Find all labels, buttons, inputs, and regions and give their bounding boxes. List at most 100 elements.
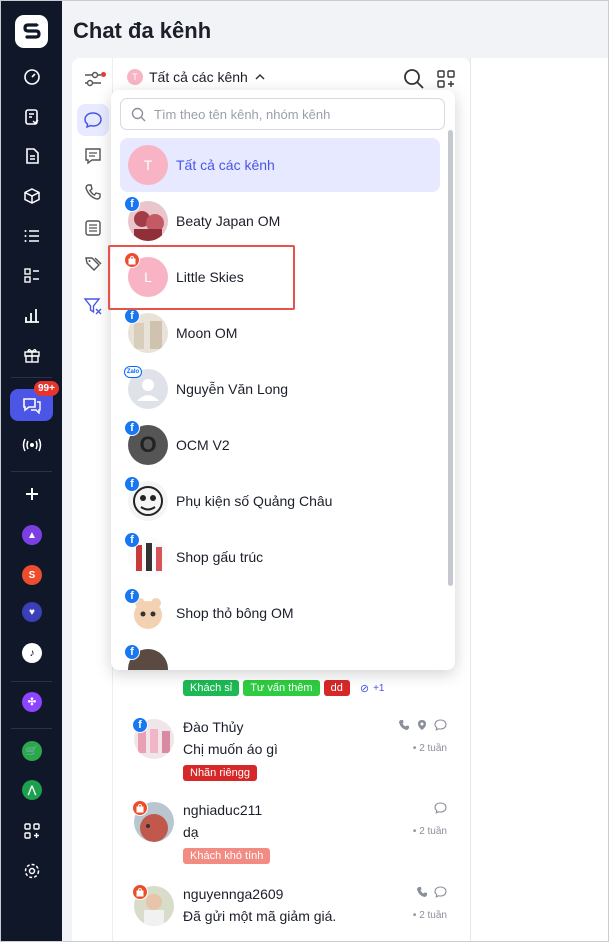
app-purple-icon[interactable]: ▲ — [22, 525, 42, 545]
comment-icon — [434, 719, 447, 731]
settings-gear-icon[interactable] — [1, 857, 62, 885]
add-channel-icon[interactable] — [1, 480, 62, 508]
channel-name: Beaty Japan OM — [176, 213, 281, 229]
dropdown-scrollbar[interactable] — [448, 130, 453, 586]
order-icon[interactable] — [1, 103, 62, 131]
tags-tab-icon[interactable] — [77, 248, 109, 280]
selected-channel-avatar: T — [127, 69, 143, 85]
channel-option[interactable]: Zalo Nguyễn Văn Long — [120, 362, 440, 416]
channel-option-partial[interactable]: f — [120, 642, 440, 670]
channel-option[interactable]: f Shop thỏ bông OM — [120, 586, 440, 640]
product-box-icon[interactable] — [1, 182, 62, 210]
calls-tab-icon[interactable] — [77, 176, 109, 208]
filter-settings-icon[interactable] — [77, 63, 109, 95]
channel-dropdown: T Tất cả các kênh f Beaty Japan OM L Lit… — [111, 90, 455, 670]
apps-grid-icon[interactable] — [1, 817, 62, 845]
partial-row-tags: Khách sỉ Tư vấn thêm dd ⊘ +1 — [183, 680, 384, 696]
left-nav-rail: 99+ ▲ S ♥ ♪ ✣ 🛒 ⋀ — [1, 1, 62, 941]
channel-search-box[interactable] — [120, 98, 445, 130]
channel-option[interactable]: f Shop gấu trúc — [120, 530, 440, 584]
last-message: Chị muốn áo gì — [183, 741, 278, 757]
tag: Khách khó tính — [183, 848, 271, 864]
facebook-icon: f — [124, 532, 140, 548]
lazada-icon[interactable]: ♥ — [22, 602, 42, 622]
list-icon[interactable] — [1, 222, 62, 250]
search-icon — [131, 107, 146, 121]
chevron-up-icon — [255, 73, 265, 80]
channel-option[interactable]: O f OCM V2 — [120, 418, 440, 472]
search-icon[interactable] — [402, 67, 426, 91]
app-logo-icon[interactable] — [15, 15, 48, 48]
tag: Tư vấn thêm — [243, 680, 320, 696]
facebook-icon: f — [124, 476, 140, 492]
zalo-icon: Zalo — [124, 366, 142, 378]
channel-option[interactable]: f Moon OM — [120, 306, 440, 360]
facebook-icon: f — [124, 308, 140, 324]
app-window: 99+ ▲ S ♥ ♪ ✣ 🛒 ⋀ Chat đa kênh T Tất cả … — [0, 0, 609, 942]
conversation-indicators — [416, 886, 447, 898]
channel-option[interactable]: f Phụ kiện số Quảng Châu — [120, 474, 440, 528]
chat-detail-panel — [470, 58, 608, 941]
channel-name: OCM V2 — [176, 437, 230, 453]
rail-divider — [11, 377, 52, 378]
conversation-item[interactable]: f Đào Thủy Chị muốn áo gì Nhãn riêngg • … — [113, 717, 470, 801]
rail-divider — [11, 728, 52, 729]
timestamp: • 2 tuần — [412, 910, 447, 921]
comment-icon — [434, 802, 447, 814]
channel-name: Moon OM — [176, 325, 238, 341]
timestamp: • 2 tuần — [412, 826, 447, 837]
comments-tab-icon[interactable] — [77, 140, 109, 172]
tag: Khách sỉ — [183, 680, 240, 696]
conversation-indicators — [398, 719, 447, 731]
broadcast-icon[interactable] — [1, 431, 62, 459]
phone-icon — [417, 887, 427, 897]
channel-option-all[interactable]: T Tất cả các kênh — [120, 138, 440, 192]
channel-name: Tất cả các kênh — [176, 157, 275, 173]
tag-icon: ⊘ — [359, 682, 370, 695]
integration-icon[interactable]: ✣ — [22, 692, 42, 712]
channel-name: Nguyễn Văn Long — [176, 381, 289, 397]
channel-name: Phụ kiện số Quảng Châu — [176, 493, 333, 509]
avatar: T — [128, 145, 168, 185]
rail-divider — [11, 681, 52, 682]
checklist-icon[interactable] — [1, 261, 62, 289]
contact-name: nguyennga2609 — [183, 886, 284, 902]
channel-selector[interactable]: T Tất cả các kênh — [127, 69, 266, 85]
channel-name: Shop thỏ bông OM — [176, 605, 294, 621]
tag: dd — [323, 680, 350, 696]
document-icon[interactable] — [1, 142, 62, 170]
shopee-bag-icon — [132, 800, 148, 816]
page-title: Chat đa kênh — [73, 18, 212, 43]
filter-active-dot — [101, 72, 106, 77]
unread-badge: 99+ — [34, 381, 59, 396]
last-message: Đã gửi một mã giảm giá. — [183, 908, 337, 924]
shopee-bag-icon — [132, 884, 148, 900]
tiktok-icon[interactable]: ♪ — [22, 643, 42, 663]
tag: Nhãn riêngg — [183, 765, 257, 781]
conversation-item[interactable]: nghiaduc211 dạ Khách khó tính • 2 tuần — [113, 800, 470, 884]
channel-search-input[interactable] — [154, 106, 424, 122]
location-pin-icon — [418, 720, 426, 730]
last-message: dạ — [183, 824, 199, 840]
selected-channel-label: Tất cả các kênh — [149, 69, 248, 85]
phone-icon — [399, 720, 409, 730]
app-green-icon[interactable]: ⋀ — [22, 780, 42, 800]
report-chart-icon[interactable] — [1, 301, 62, 329]
filter-toolbar — [72, 58, 113, 941]
channel-option[interactable]: f Beaty Japan OM — [120, 194, 440, 248]
shopee-icon[interactable]: S — [22, 565, 42, 585]
contact-name: Đào Thủy — [183, 719, 244, 735]
notes-tab-icon[interactable] — [77, 212, 109, 244]
contact-name: nghiaduc211 — [183, 802, 263, 818]
store-cart-icon[interactable]: 🛒 — [22, 741, 42, 761]
gift-icon[interactable] — [1, 341, 62, 369]
highlight-box — [108, 245, 295, 310]
messages-tab-icon[interactable] — [77, 104, 109, 136]
more-tags-count: +1 — [373, 682, 385, 694]
facebook-icon: f — [124, 420, 140, 436]
conversation-item[interactable]: nguyennga2609 Đã gửi một mã giảm giá. • … — [113, 884, 470, 941]
clear-filter-icon[interactable] — [77, 290, 109, 322]
rail-divider — [11, 471, 52, 472]
layout-options-icon[interactable] — [434, 67, 458, 91]
dashboard-icon[interactable] — [1, 63, 62, 91]
